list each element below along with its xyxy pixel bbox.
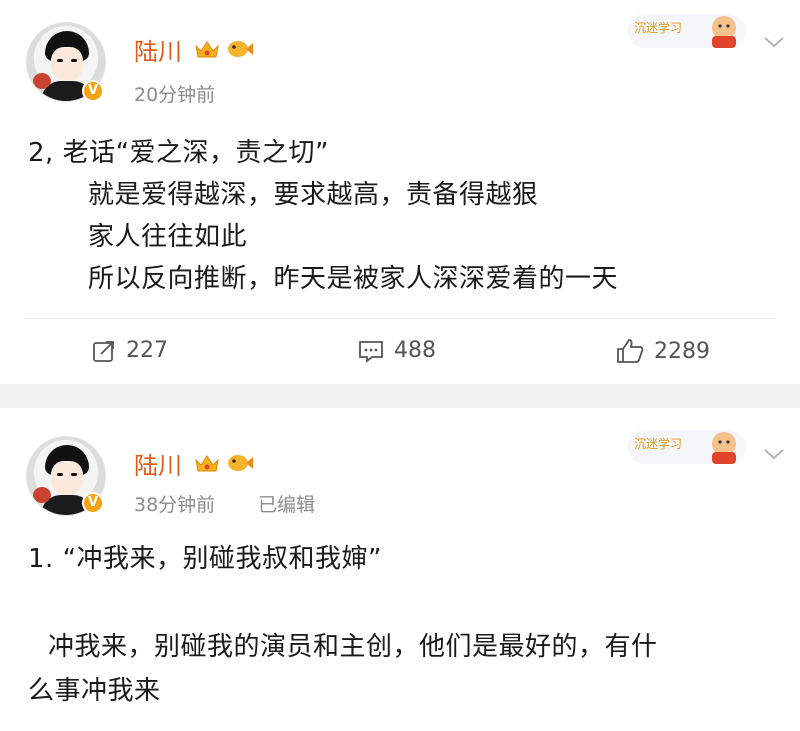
post-text-line: 所以反向推断，昨天是被家人深深爱着的一天 <box>88 264 619 294</box>
crown-icon <box>195 455 219 472</box>
sticker-text: 沉迷学习 <box>634 20 682 35</box>
post-text-line: 2, 老话“爱之深，责之切” <box>28 138 330 168</box>
crown-icon <box>195 41 219 58</box>
divider <box>24 318 776 319</box>
fish-icon <box>228 41 253 57</box>
comment-button[interactable]: 488 <box>358 338 436 363</box>
post-time: 20分钟前 <box>134 84 216 106</box>
repost-count: 227 <box>126 338 168 363</box>
like-icon <box>617 339 644 363</box>
verified-badge: V <box>82 492 104 514</box>
sticker-icon: 沉迷学习 <box>628 430 746 464</box>
verified-badge: V <box>82 80 104 102</box>
post-text-line: 冲我来，别碰我的演员和主创，他们是最好的，有什 <box>48 632 658 662</box>
post-text-line: 1. “冲我来，别碰我叔和我婶” <box>28 544 383 574</box>
post-text-line: 就是爱得越深，要求越高，责备得越狠 <box>88 180 539 210</box>
post-time: 38分钟前 <box>134 494 216 516</box>
fish-icon <box>228 455 253 471</box>
weibo-post-1: V 陆川 20分钟前 沉迷学习 2, 老话“爱之深，责之切” 就是爱得越深，要求… <box>0 0 800 384</box>
post-separator <box>0 384 800 408</box>
post-text-line: 家人往往如此 <box>88 222 248 252</box>
chevron-down-icon[interactable] <box>762 34 786 50</box>
comment-icon <box>359 340 383 363</box>
comment-count: 488 <box>394 338 436 363</box>
sticker-icon: 沉迷学习 <box>628 14 746 48</box>
repost-button[interactable]: 227 <box>92 338 168 363</box>
repost-icon <box>93 340 114 362</box>
username[interactable]: 陆川 <box>134 32 182 67</box>
chevron-down-icon[interactable] <box>762 446 786 462</box>
like-button[interactable]: 2289 <box>616 338 710 364</box>
post-text-line: 么事冲我来 <box>28 676 161 706</box>
weibo-post-2: V 陆川 38分钟前 已编辑 沉迷学习 1. “冲我来，别碰我叔和我婶” 冲我来… <box>0 408 800 731</box>
like-count: 2289 <box>654 338 710 364</box>
sticker-text: 沉迷学习 <box>634 436 682 451</box>
username[interactable]: 陆川 <box>134 446 182 481</box>
edited-label[interactable]: 已编辑 <box>258 490 315 517</box>
